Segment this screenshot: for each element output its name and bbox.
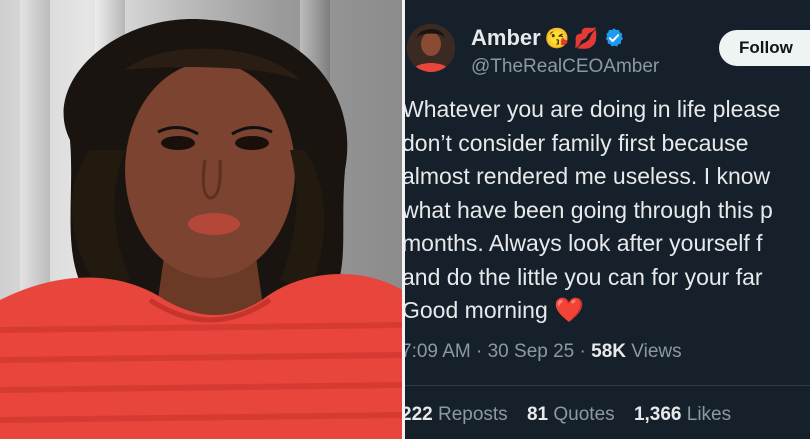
tweet-line: Good morning	[405, 297, 548, 323]
tweet-line: Whatever you are doing in life please	[405, 96, 781, 122]
tweet-time[interactable]: 7:09 AM	[405, 341, 471, 362]
heart-emoji: ❤️	[554, 297, 585, 324]
tweet-meta: 7:09 AM · 30 Sep 25 · 58K Views	[405, 341, 682, 363]
quotes-count: 81	[526, 404, 549, 425]
tweet-line: months. Always look after yourself f	[405, 230, 763, 256]
display-name-row[interactable]: Amber 😘 💋	[471, 25, 625, 51]
reposts-count: 222	[405, 404, 433, 425]
quotes-stat[interactable]: 81 Quotes	[527, 404, 620, 425]
reposts-label: Reposts	[437, 404, 508, 425]
avatar[interactable]	[407, 24, 455, 72]
tweet-line: don’t consider family first because	[405, 129, 749, 156]
lips-emoji: 💋	[573, 27, 599, 50]
profile-photo	[0, 0, 402, 439]
tweet-text: Whatever you are doing in life please do…	[405, 93, 810, 328]
tweet-stats: 222 Reposts 81 Quotes 1,366 Likes	[405, 404, 745, 426]
likes-label: Likes	[686, 404, 732, 425]
tweet-line: and do the little you can for your far	[405, 263, 763, 290]
views-label: Views	[631, 341, 682, 362]
follow-button[interactable]: Follow	[719, 30, 810, 66]
likes-stat[interactable]: 1,366 Likes	[634, 404, 731, 425]
portrait-illustration	[0, 19, 402, 439]
reposts-stat[interactable]: 222 Reposts	[405, 404, 513, 425]
user-handle[interactable]: @TheRealCEOAmber	[471, 56, 659, 78]
meta-separator: ·	[476, 341, 483, 362]
likes-count: 1,366	[633, 404, 682, 425]
verified-badge-icon	[605, 28, 623, 47]
display-name[interactable]: Amber	[471, 25, 541, 51]
tweet-line: what have been going through this p	[405, 196, 773, 223]
tweet-card: Amber 😘 💋 @TheRealCEOAmber Follow Whatev…	[405, 0, 810, 439]
tweet-line-last: Good morning ❤️	[405, 294, 810, 328]
divider-line	[405, 385, 810, 386]
tweet-line: almost rendered me useless. I know	[405, 163, 771, 189]
avatar-image	[407, 24, 455, 72]
kiss-emoji: 😘	[544, 27, 570, 50]
tweet-date[interactable]: 30 Sep 25	[488, 341, 575, 362]
views-count: 58K	[591, 341, 626, 362]
quotes-label: Quotes	[553, 404, 615, 425]
meta-separator: ·	[579, 341, 586, 362]
